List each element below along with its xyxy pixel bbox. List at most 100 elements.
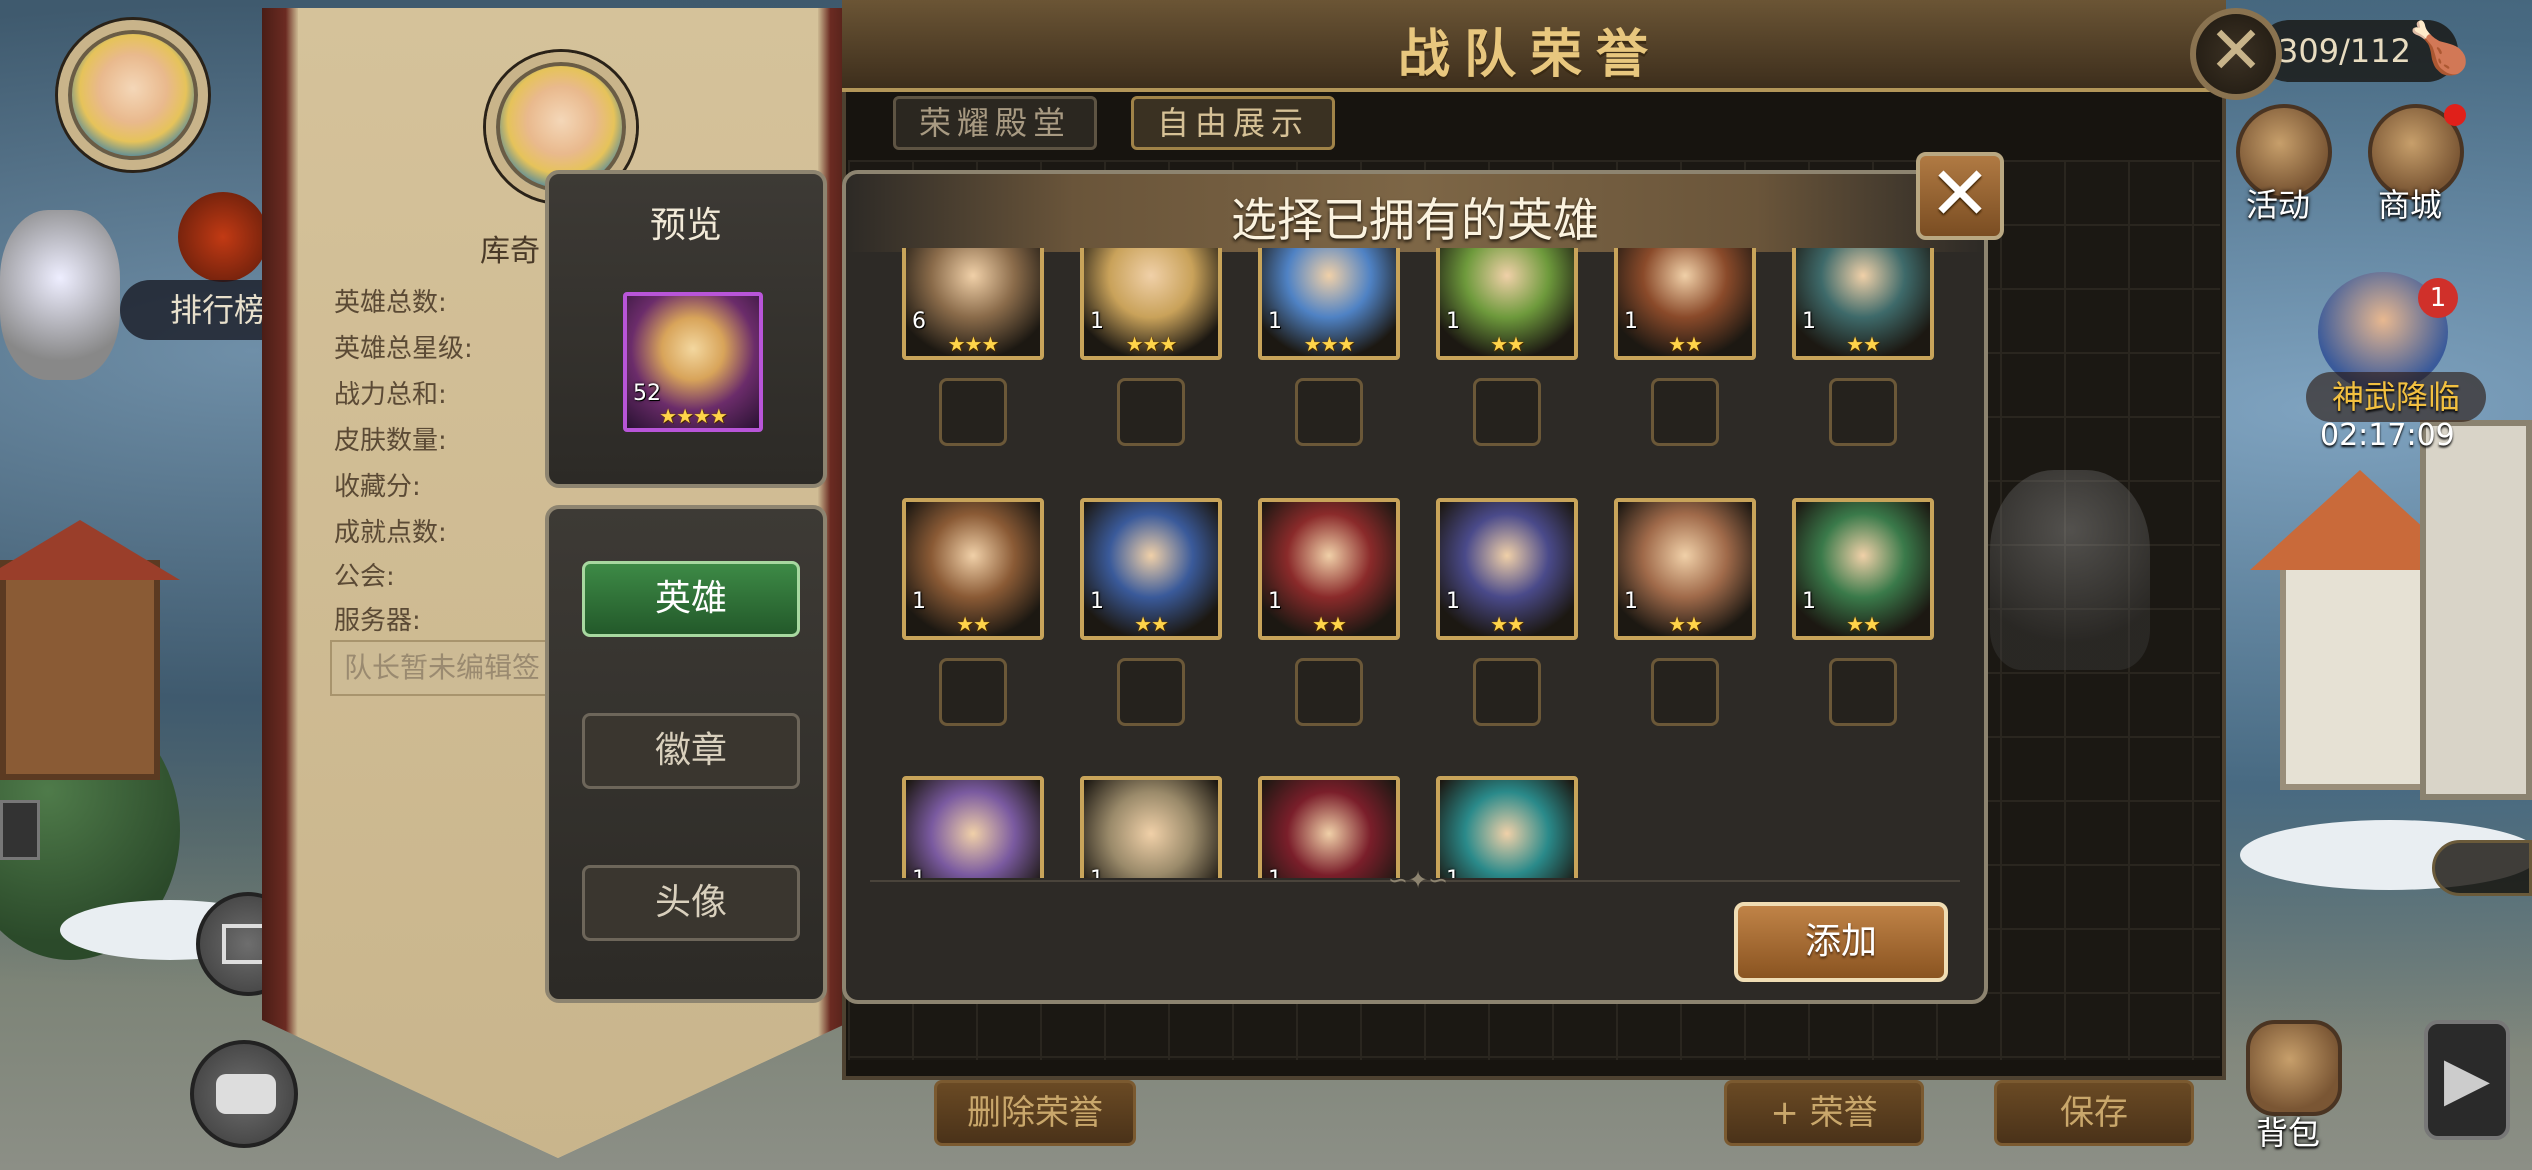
hero-card[interactable]: 6 ★★★ — [902, 248, 1044, 360]
save-button[interactable]: 保存 — [1994, 1080, 2194, 1146]
hero-card[interactable]: 1★★ — [1436, 776, 1578, 878]
hero-stars: ★★ — [1134, 612, 1169, 636]
game-screen: 排行榜 库奇 英雄总数: 英雄总星级: 战力总和: 皮肤数量: 收藏分: 成就点… — [0, 0, 2532, 1170]
hero-stars: ★★ — [1668, 612, 1703, 636]
stat-total-power: 战力总和: — [334, 380, 447, 410]
hero-select-checkbox[interactable] — [1829, 378, 1897, 446]
hero-portrait: 1★★ — [1436, 498, 1578, 640]
category-hero-button[interactable]: 英雄 — [582, 561, 800, 637]
hero-select-checkbox[interactable] — [1651, 378, 1719, 446]
hero-portrait: 1★★ — [1258, 776, 1400, 878]
hero-card[interactable]: 1★★ — [902, 776, 1044, 878]
hero-select-checkbox[interactable] — [1473, 378, 1541, 446]
stat-skin-count: 皮肤数量: — [334, 426, 447, 456]
hero-level: 1 — [1268, 589, 1282, 614]
hero-card[interactable]: 1★★ — [1080, 776, 1222, 878]
hero-level: 1 — [1802, 309, 1816, 334]
hero-card[interactable]: 1★★ — [1080, 498, 1222, 640]
hero-stars: ★★ — [1846, 612, 1881, 636]
hero-stars: ★★★ — [1303, 332, 1356, 356]
hero-portrait: 1★★ — [1436, 248, 1578, 360]
tab-free-display[interactable]: 自由展示 — [1131, 96, 1335, 150]
divider-ornament: ∽✦∽ — [1387, 866, 1449, 894]
event-label[interactable]: 神武降临 — [2306, 372, 2486, 422]
side-tab-right[interactable] — [2432, 840, 2532, 896]
hero-portrait: 1 ★★ — [1258, 498, 1400, 640]
hero-select-checkbox[interactable] — [939, 378, 1007, 446]
hero-portrait: 1★★ — [1792, 498, 1934, 640]
hero-card[interactable]: 1★★ — [1792, 498, 1934, 640]
pet-cat-icon[interactable] — [0, 210, 120, 380]
stat-collection-score: 收藏分: — [334, 472, 421, 502]
hero-card[interactable]: 1★★ — [1258, 776, 1400, 878]
hero-select-checkbox[interactable] — [1651, 658, 1719, 726]
hero-card[interactable]: 1 ★★★ — [1080, 248, 1222, 360]
add-honor-button[interactable]: + 荣誉 — [1724, 1080, 1924, 1146]
flame-icon[interactable] — [178, 192, 268, 282]
hero-portrait: 1 ★★ — [1614, 498, 1756, 640]
hero-level: 1 — [1090, 309, 1104, 334]
hero-level: 1 — [912, 589, 926, 614]
hero-select-checkbox[interactable] — [1295, 658, 1363, 726]
hero-card[interactable]: 1★★ — [902, 498, 1044, 640]
hero-card[interactable]: 1 ★★ — [1614, 248, 1756, 360]
leaderboard-label: 排行榜 — [170, 291, 267, 329]
hero-select-checkbox[interactable] — [939, 658, 1007, 726]
event-timer: 02:17:09 — [2320, 418, 2455, 453]
leaderboard-button[interactable]: 排行榜 — [120, 280, 280, 340]
activity-label: 活动 — [2246, 186, 2311, 224]
hero-select-checkbox[interactable] — [1829, 658, 1897, 726]
category-badge-button[interactable]: 徽章 — [582, 713, 800, 789]
hero-portrait: 1★★ — [1436, 776, 1578, 878]
dialog-close-button[interactable]: ✕ — [1916, 152, 2004, 240]
side-tab[interactable] — [0, 800, 40, 860]
delete-honor-button[interactable]: 删除荣誉 — [934, 1080, 1136, 1146]
preview-hero-portrait: 52 ★★★★ — [623, 292, 763, 432]
hero-card[interactable]: 1 ★★★ — [1258, 248, 1400, 360]
hero-select-checkbox[interactable] — [1117, 378, 1185, 446]
hero-stars: ★★ — [1490, 332, 1525, 356]
preview-panel: 预览 52 ★★★★ — [545, 170, 827, 488]
category-avatar-button[interactable]: 头像 — [582, 865, 800, 941]
hero-card[interactable]: 1★★ — [1436, 498, 1578, 640]
hero-stars: ★★★★ — [659, 404, 728, 428]
hero-portrait: 1★★ — [1080, 776, 1222, 878]
chat-icon[interactable] — [190, 1040, 298, 1148]
hero-card[interactable]: 1★★ — [1436, 248, 1578, 360]
hero-portrait: 1★★ — [902, 776, 1044, 878]
hero-level: 1 — [1624, 309, 1638, 334]
player-avatar[interactable] — [58, 20, 208, 170]
hero-level: 1 — [1446, 589, 1460, 614]
hero-card[interactable]: 1 ★★ — [1258, 498, 1400, 640]
bg-castle — [2420, 420, 2532, 800]
hero-stars: ★★★ — [947, 332, 1000, 356]
dialog-title: 选择已拥有的英雄 — [1231, 193, 1599, 247]
hero-stars: ★★ — [1668, 332, 1703, 356]
expand-arrow-icon[interactable]: ▶ — [2424, 1020, 2510, 1140]
hero-stars: ★★ — [1846, 332, 1881, 356]
tab-hall-of-fame[interactable]: 荣耀殿堂 — [893, 96, 1097, 150]
hero-portrait: 6 ★★★ — [902, 248, 1044, 360]
player-name: 库奇 — [480, 234, 540, 269]
backpack-icon[interactable] — [2246, 1020, 2342, 1116]
hero-stars: ★★ — [1312, 612, 1347, 636]
hero-card[interactable]: 1 ★★ — [1792, 248, 1934, 360]
hero-portrait: 1★★ — [902, 498, 1044, 640]
stat-total-stars: 英雄总星级: — [334, 334, 473, 364]
bg-tower — [2280, 560, 2440, 790]
event-badge: 1 — [2418, 278, 2458, 318]
hero-level: 52 — [633, 381, 661, 406]
ghost-hero-silhouette — [1990, 470, 2150, 670]
add-button[interactable]: 添加 — [1734, 902, 1948, 982]
motto-field: 队长暂未编辑签 — [330, 640, 570, 696]
hero-portrait: 1 ★★★ — [1080, 248, 1222, 360]
hero-select-checkbox[interactable] — [1295, 378, 1363, 446]
hero-level: 1 — [1624, 589, 1638, 614]
hero-card[interactable]: 1 ★★ — [1614, 498, 1756, 640]
stat-achievement: 成就点数: — [334, 518, 447, 548]
shop-label: 商城 — [2378, 186, 2443, 224]
hero-select-checkbox[interactable] — [1117, 658, 1185, 726]
hero-select-checkbox[interactable] — [1473, 658, 1541, 726]
hero-portrait: 1 ★★ — [1792, 248, 1934, 360]
window-close-button[interactable]: ✕ — [2190, 8, 2282, 100]
